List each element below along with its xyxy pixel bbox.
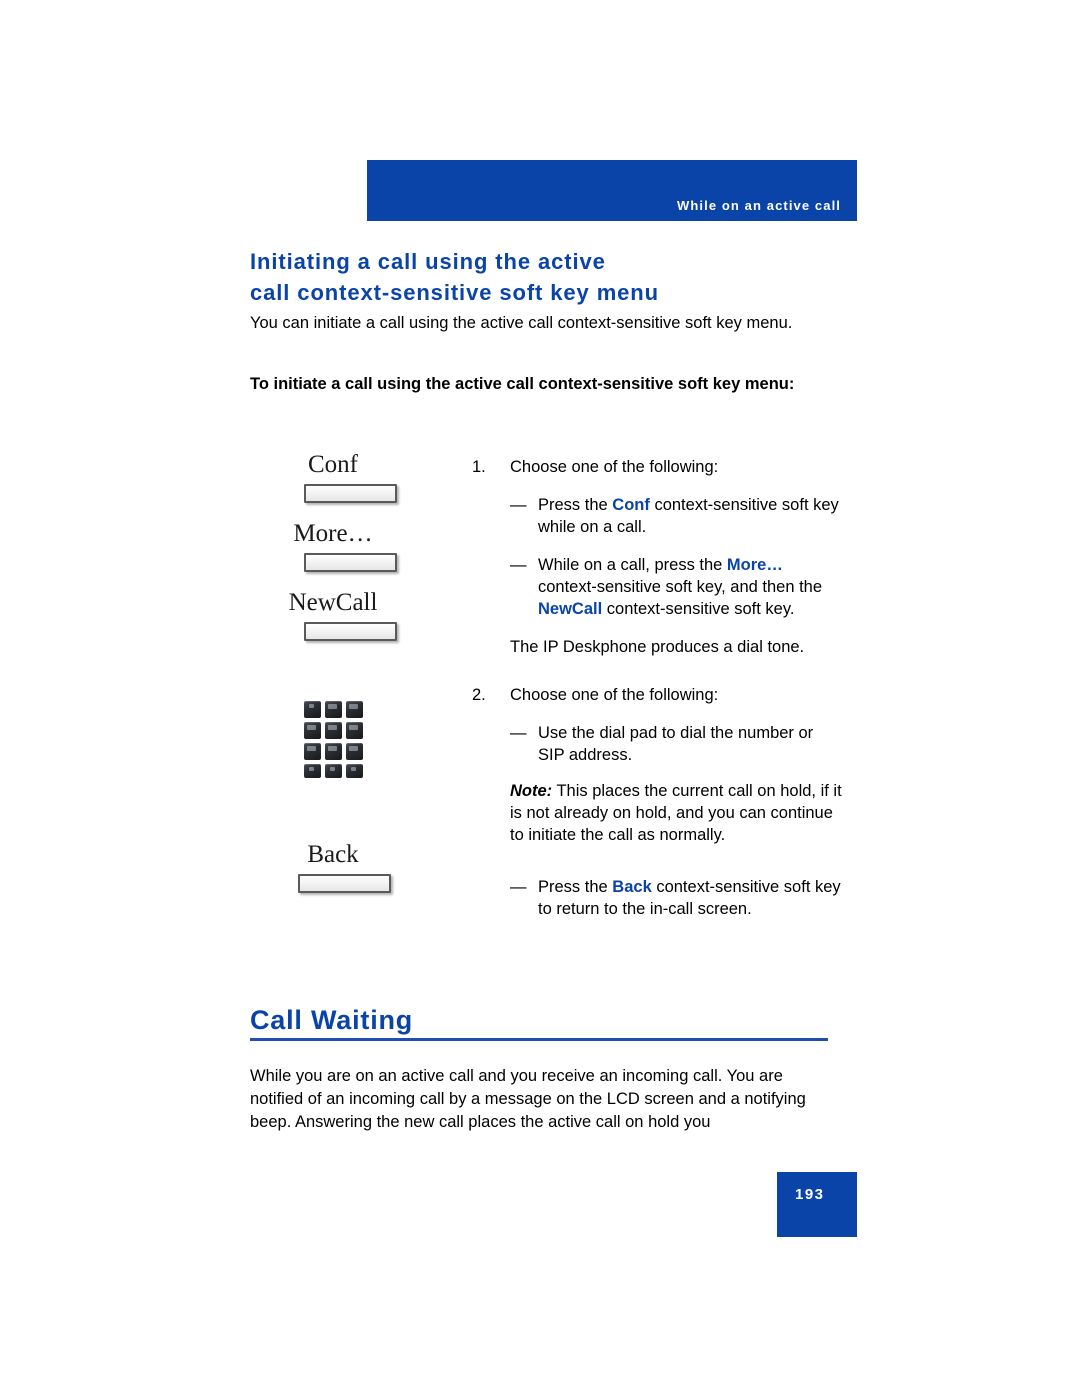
call-waiting-paragraph: While you are on an active call and you … (250, 1067, 806, 1131)
keyword-back: Back (612, 878, 652, 896)
softkey-graphics-column: Conf More… NewCall Back (250, 450, 450, 909)
softkey-label-back: Back (307, 841, 359, 868)
step-bullet: — Press the Conf context-sensitive soft … (510, 494, 842, 538)
dial-pad-key (345, 722, 363, 739)
dial-pad-key (345, 743, 363, 760)
em-dash-marker: — (510, 878, 527, 896)
procedure-steps: 1. Choose one of the following: — Press … (472, 456, 842, 920)
dial-pad-key (303, 743, 321, 760)
page-number: 193 (795, 1186, 825, 1203)
em-dash-marker: — (510, 496, 527, 514)
softkey-button-more[interactable] (303, 553, 397, 572)
bullet-text-pre: Use the dial pad to dial the number or S… (538, 724, 814, 764)
running-header-text: While on an active call (676, 198, 841, 213)
bullet-text-pre: While on a call, press the (538, 556, 727, 574)
softkey-graphic-back: Back (250, 840, 450, 893)
dial-pad-key (324, 764, 342, 778)
dial-pad-key (345, 764, 363, 778)
bullet-text-pre: Press the (538, 878, 613, 896)
dial-pad-key (303, 722, 321, 739)
step-text: Choose one of the following: (510, 458, 719, 476)
bullet-text-mid: context-sensitive soft key, and then the (538, 578, 823, 596)
keyword-newcall: NewCall (538, 600, 603, 618)
note-block: Note: This places the current call on ho… (510, 780, 842, 846)
step-bullet: — Use the dial pad to dial the number or… (510, 722, 842, 766)
softkey-button-conf[interactable] (303, 484, 397, 503)
procedure-step-2: 2. Choose one of the following: — Use th… (472, 684, 842, 920)
intro-paragraph: You can initiate a call using the active… (250, 314, 793, 332)
call-waiting-heading: Call Waiting (250, 1005, 414, 1035)
softkey-graphic-more: More… (250, 519, 450, 572)
page-number-box: 193 (777, 1172, 857, 1237)
page-title-line2: call context-sensitive soft key menu (250, 280, 659, 305)
page-title: Initiating a call using the active call … (250, 246, 850, 308)
running-header-bar: While on an active call (367, 160, 857, 221)
dial-pad-icon (303, 701, 363, 778)
softkey-label-newcall: NewCall (288, 589, 378, 616)
bullet-text-post: context-sensitive soft key. (602, 600, 795, 618)
procedure-lead-in: To initiate a call using the active call… (250, 375, 795, 393)
call-waiting-divider (250, 1038, 828, 1041)
softkey-button-newcall[interactable] (303, 622, 397, 641)
step-number: 2. (472, 686, 486, 704)
em-dash-marker: — (510, 724, 527, 742)
softkey-label-more: More… (293, 520, 373, 547)
procedure-step-1: 1. Choose one of the following: — Press … (472, 456, 842, 658)
step-bullet: — Press the Back context-sensitive soft … (510, 876, 842, 920)
dial-pad-key (324, 701, 342, 718)
step-spacer (472, 658, 842, 684)
em-dash-marker: — (510, 556, 527, 574)
softkey-label-conf: Conf (308, 451, 358, 478)
keyword-more: More… (726, 556, 783, 574)
keyword-conf: Conf (612, 496, 650, 514)
note-body: This places the current call on hold, if… (510, 782, 842, 844)
step-number: 1. (472, 458, 486, 476)
step-text: Choose one of the following: (510, 686, 719, 704)
step-bullet: — While on a call, press the More… conte… (510, 554, 842, 620)
softkey-graphic-newcall: NewCall (250, 588, 450, 641)
dial-pad-illustration (250, 701, 416, 778)
bullet-text-pre: Press the (538, 496, 613, 514)
softkey-button-back[interactable] (298, 874, 391, 893)
dial-pad-key (324, 743, 342, 760)
softkey-graphic-conf: Conf (250, 450, 450, 503)
step-trailing-text: The IP Deskphone produces a dial tone. (510, 638, 805, 656)
dial-pad-key (345, 701, 363, 718)
dial-pad-key (303, 764, 321, 778)
dial-pad-key (324, 722, 342, 739)
page-title-line1: Initiating a call using the active (250, 249, 606, 274)
note-label: Note: (510, 782, 553, 800)
dial-pad-key (303, 701, 321, 718)
